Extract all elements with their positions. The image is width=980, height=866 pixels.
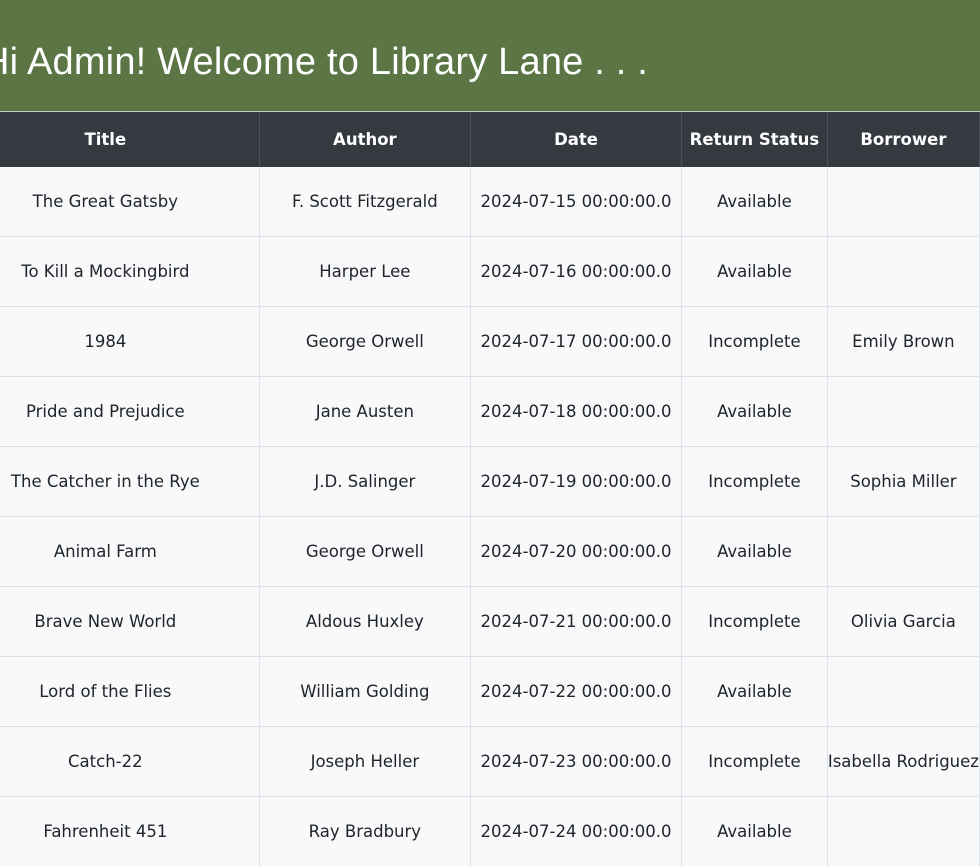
cell-author: William Golding <box>259 656 472 727</box>
table-row: Catch-22 Joseph Heller 2024-07-23 00:00:… <box>0 726 980 797</box>
header-date: Date <box>470 112 683 167</box>
welcome-title: Hi Admin! Welcome to Library Lane . . . <box>0 41 649 83</box>
cell-borrower <box>827 796 980 866</box>
cell-author: George Orwell <box>259 516 472 587</box>
cell-title: The Great Gatsby <box>0 167 260 237</box>
cell-title: The Catcher in the Rye <box>0 446 260 517</box>
header-borrower: Borrower <box>827 112 980 167</box>
cell-borrower <box>827 236 980 307</box>
table-row: Lord of the Flies William Golding 2024-0… <box>0 656 980 727</box>
cell-borrower <box>827 516 980 587</box>
table-header-row: Title Author Date Return Status Borrower <box>0 112 980 167</box>
cell-author: F. Scott Fitzgerald <box>259 167 472 237</box>
books-table: Title Author Date Return Status Borrower… <box>0 112 980 866</box>
cell-title: Pride and Prejudice <box>0 376 260 447</box>
books-table-container: Title Author Date Return Status Borrower… <box>0 112 980 866</box>
header-author: Author <box>259 112 472 167</box>
cell-author: Aldous Huxley <box>259 586 472 657</box>
table-row: Fahrenheit 451 Ray Bradbury 2024-07-24 0… <box>0 796 980 866</box>
table-row: The Catcher in the Rye J.D. Salinger 202… <box>0 446 980 517</box>
cell-return-status: Available <box>681 236 828 307</box>
cell-borrower: Olivia Garcia <box>827 586 980 657</box>
cell-date: 2024-07-17 00:00:00.0 <box>470 306 683 377</box>
header-return-status: Return Status <box>681 112 828 167</box>
cell-title: To Kill a Mockingbird <box>0 236 260 307</box>
cell-return-status: Incomplete <box>681 586 828 657</box>
cell-borrower <box>827 167 980 237</box>
cell-date: 2024-07-15 00:00:00.0 <box>470 167 683 237</box>
cell-date: 2024-07-16 00:00:00.0 <box>470 236 683 307</box>
cell-author: Joseph Heller <box>259 726 472 797</box>
cell-author: Jane Austen <box>259 376 472 447</box>
cell-title: 1984 <box>0 306 260 377</box>
table-row: The Great Gatsby F. Scott Fitzgerald 202… <box>0 167 980 237</box>
cell-date: 2024-07-23 00:00:00.0 <box>470 726 683 797</box>
table-row: To Kill a Mockingbird Harper Lee 2024-07… <box>0 236 980 307</box>
cell-title: Fahrenheit 451 <box>0 796 260 866</box>
cell-title: Animal Farm <box>0 516 260 587</box>
page: Hi Admin! Welcome to Library Lane . . . … <box>0 0 980 866</box>
cell-date: 2024-07-20 00:00:00.0 <box>470 516 683 587</box>
cell-return-status: Available <box>681 656 828 727</box>
table-row: Pride and Prejudice Jane Austen 2024-07-… <box>0 376 980 447</box>
welcome-banner: Hi Admin! Welcome to Library Lane . . . <box>0 0 980 112</box>
cell-borrower <box>827 376 980 447</box>
cell-borrower: Emily Brown <box>827 306 980 377</box>
cell-date: 2024-07-18 00:00:00.0 <box>470 376 683 447</box>
table-row: Animal Farm George Orwell 2024-07-20 00:… <box>0 516 980 587</box>
cell-date: 2024-07-24 00:00:00.0 <box>470 796 683 866</box>
table-row: 1984 George Orwell 2024-07-17 00:00:00.0… <box>0 306 980 377</box>
cell-author: George Orwell <box>259 306 472 377</box>
header-title: Title <box>0 112 260 167</box>
cell-return-status: Available <box>681 167 828 237</box>
table-body: The Great Gatsby F. Scott Fitzgerald 202… <box>0 167 980 866</box>
table-header: Title Author Date Return Status Borrower <box>0 112 980 167</box>
cell-return-status: Incomplete <box>681 726 828 797</box>
cell-date: 2024-07-22 00:00:00.0 <box>470 656 683 727</box>
cell-title: Lord of the Flies <box>0 656 260 727</box>
table-row: Brave New World Aldous Huxley 2024-07-21… <box>0 586 980 657</box>
cell-return-status: Incomplete <box>681 446 828 517</box>
cell-author: J.D. Salinger <box>259 446 472 517</box>
cell-title: Catch-22 <box>0 726 260 797</box>
cell-borrower: Isabella Rodriguez <box>827 726 980 797</box>
cell-author: Ray Bradbury <box>259 796 472 866</box>
cell-date: 2024-07-19 00:00:00.0 <box>470 446 683 517</box>
cell-borrower <box>827 656 980 727</box>
cell-return-status: Incomplete <box>681 306 828 377</box>
cell-author: Harper Lee <box>259 236 472 307</box>
cell-return-status: Available <box>681 516 828 587</box>
cell-borrower: Sophia Miller <box>827 446 980 517</box>
cell-title: Brave New World <box>0 586 260 657</box>
cell-date: 2024-07-21 00:00:00.0 <box>470 586 683 657</box>
cell-return-status: Available <box>681 376 828 447</box>
cell-return-status: Available <box>681 796 828 866</box>
